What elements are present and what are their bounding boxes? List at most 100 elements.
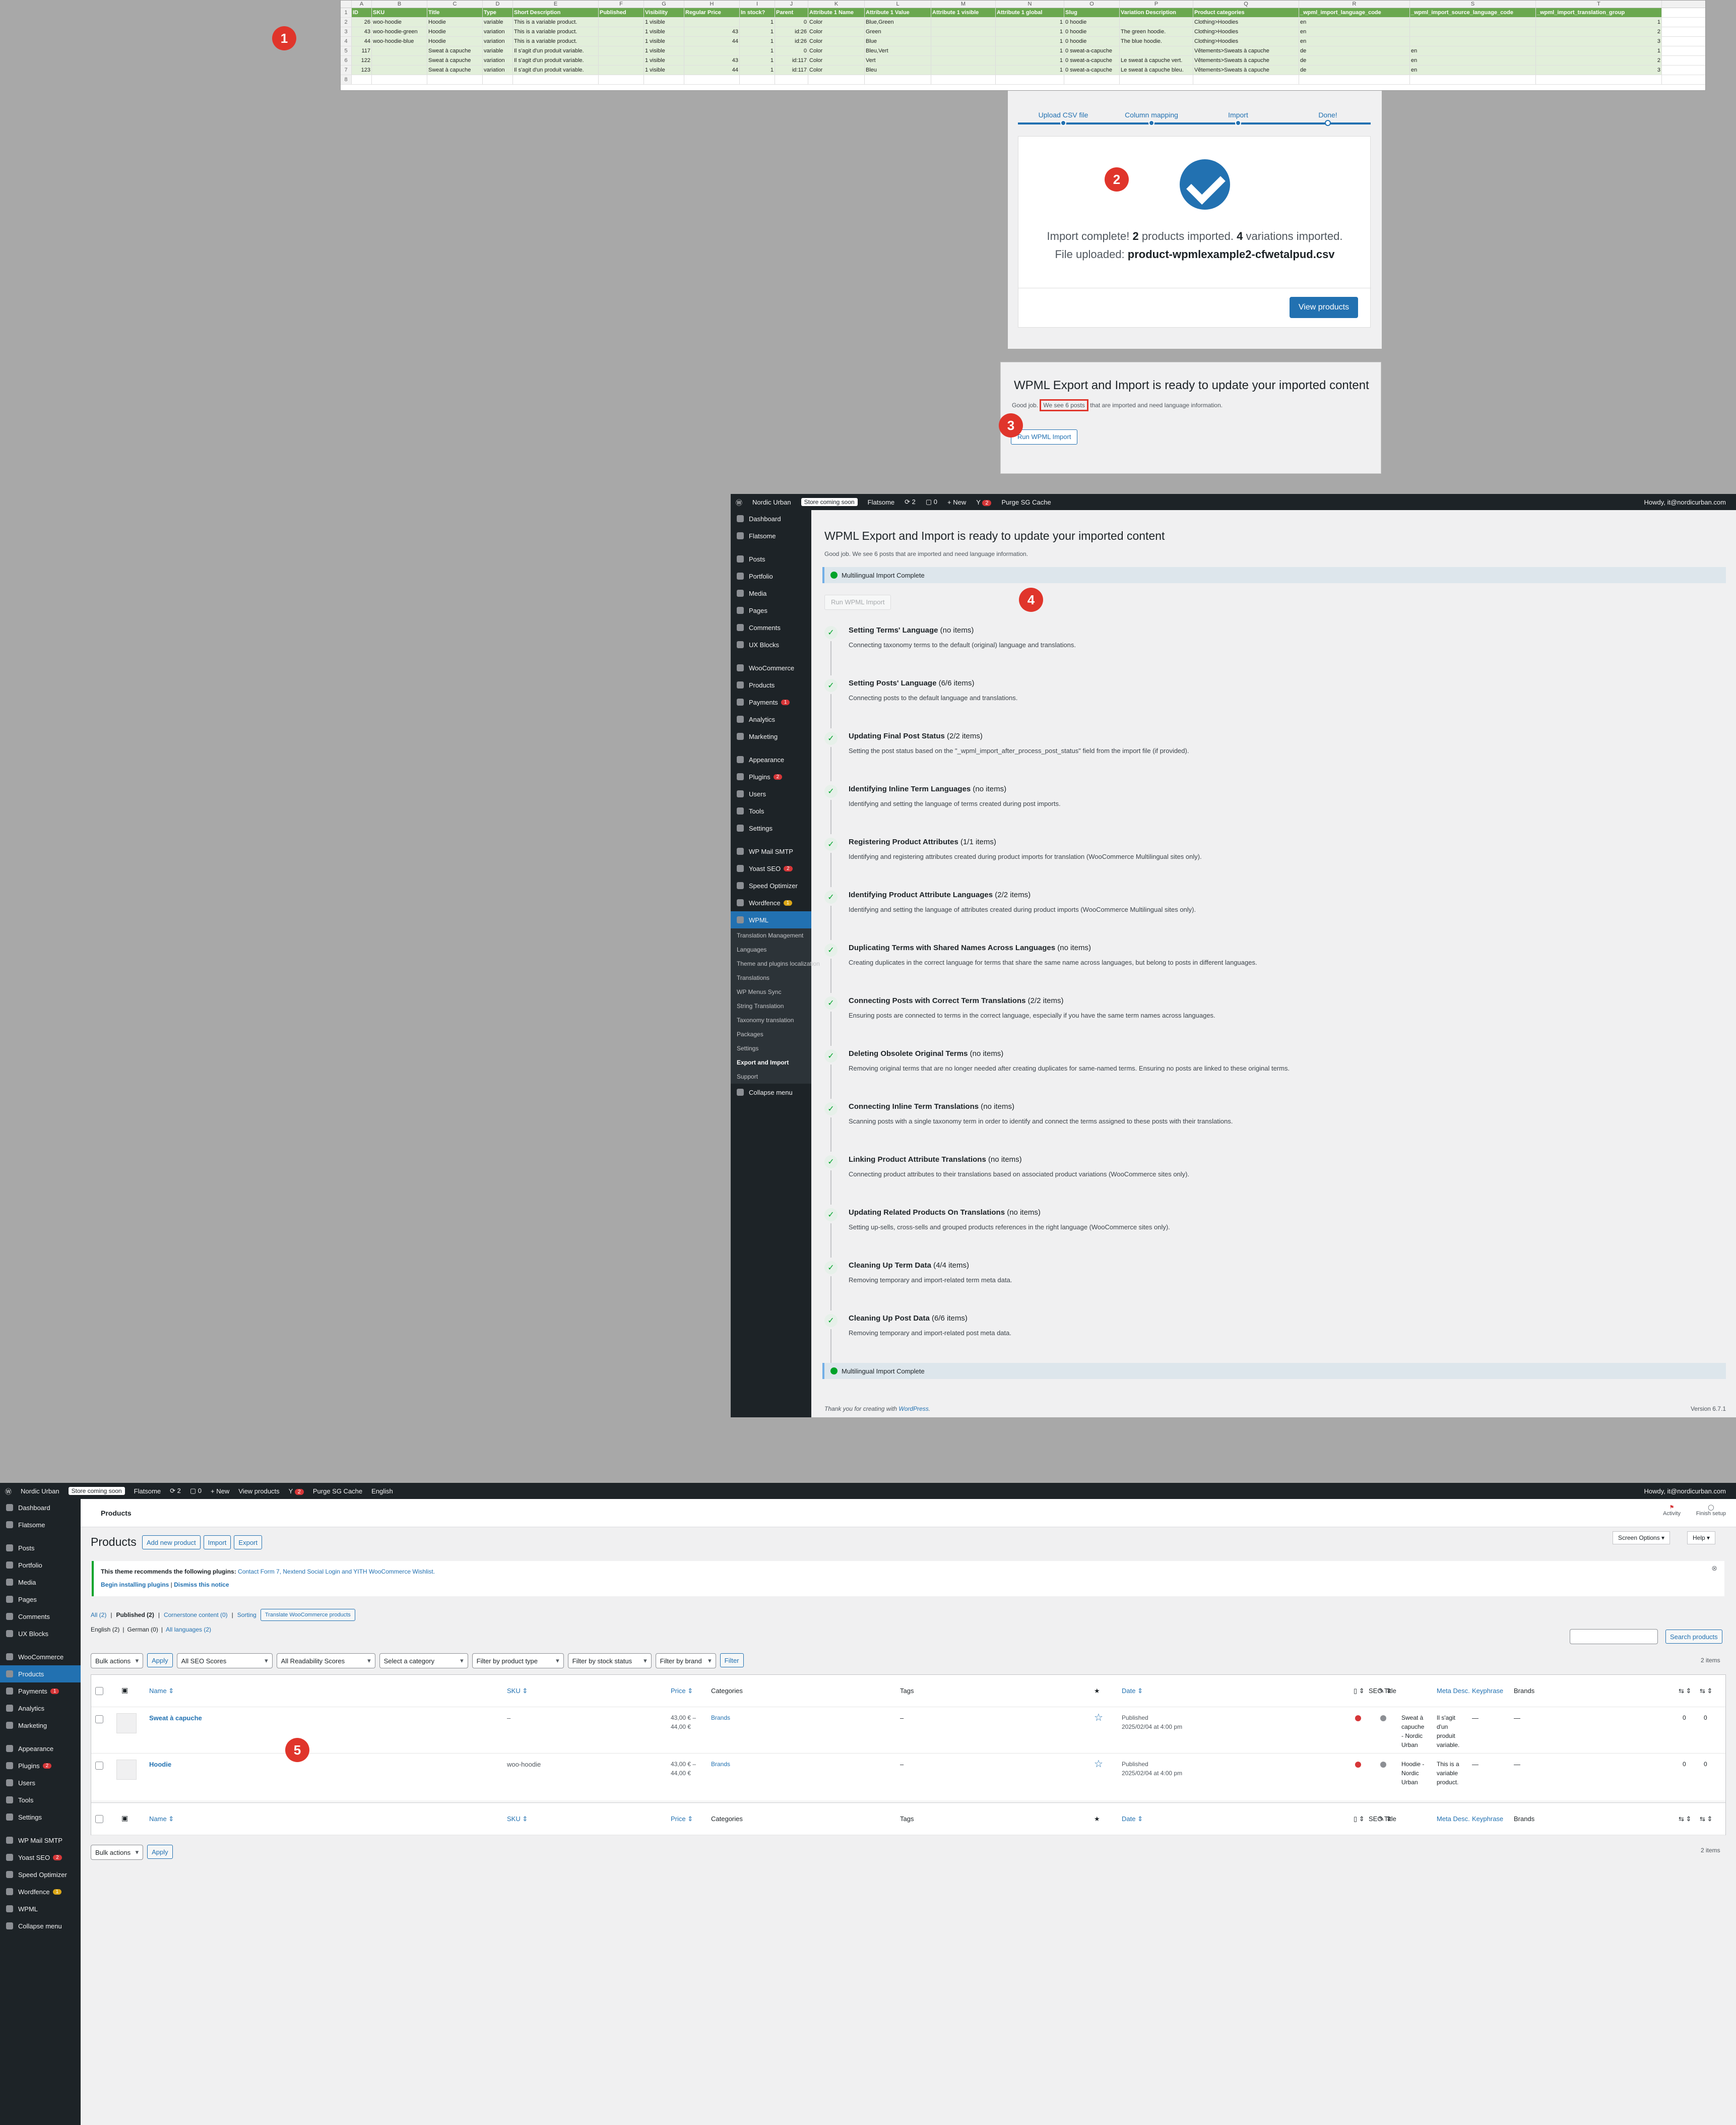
column-header[interactable]: SKU ⇕	[507, 1687, 528, 1695]
column-header[interactable]: ★	[1094, 1815, 1100, 1823]
filter-all[interactable]: All (2)	[91, 1611, 106, 1618]
sheet-cell[interactable]	[931, 46, 996, 55]
column-header[interactable]: Date ⇕	[1122, 1815, 1143, 1823]
import-button[interactable]: Import	[203, 1535, 231, 1549]
view-products-button[interactable]: View products	[1290, 297, 1358, 318]
sheet-cell[interactable]: en	[1299, 18, 1410, 27]
comments-icon[interactable]: ▢ 0	[190, 1487, 202, 1495]
sheet-cell[interactable]: 1	[1536, 46, 1662, 55]
sheet-cell[interactable]: This is a variable product.	[513, 27, 599, 36]
column-header[interactable]: Attribute 1 Value	[865, 8, 931, 17]
sidebar-item-ux-blocks[interactable]: UX Blocks	[731, 636, 811, 653]
theme-link[interactable]: Flatsome	[868, 498, 894, 506]
product-name[interactable]: Hoodie	[149, 1761, 171, 1768]
sheet-cell[interactable]: Vêtements>Sweats à capuche	[1193, 46, 1299, 55]
sheet-cell[interactable]	[599, 66, 644, 75]
column-header[interactable]: Keyphrase	[1472, 1815, 1503, 1823]
sheet-cell[interactable]: 4	[341, 37, 352, 46]
column-header[interactable]: Regular Price	[684, 8, 740, 17]
product-name[interactable]: Sweat à capuche	[149, 1714, 202, 1722]
sheet-cell[interactable]: 44	[684, 66, 740, 75]
sheet-cell[interactable]	[808, 75, 865, 84]
filter-cornerstone[interactable]: Cornerstone content (0)	[164, 1611, 228, 1618]
sidebar-item-yoast-seo[interactable]: Yoast SEO 2	[0, 1849, 81, 1866]
sheet-cell[interactable]: 1 visible	[644, 18, 684, 27]
sidebar-item-settings[interactable]: Settings	[731, 820, 811, 837]
sheet-cell[interactable]: Blue	[865, 37, 931, 46]
sheet-cell[interactable]: 3	[1536, 66, 1662, 75]
sidebar-item-payments[interactable]: Payments 1	[0, 1682, 81, 1700]
apply-button-bottom[interactable]: Apply	[147, 1845, 173, 1859]
sheet-cell[interactable]: variable	[483, 46, 513, 55]
sheet-cell[interactable]	[1120, 75, 1193, 84]
sheet-cell[interactable]: en	[1410, 56, 1536, 65]
sheet-cell[interactable]: variation	[483, 56, 513, 65]
sheet-cell[interactable]: id:117	[775, 56, 808, 65]
sheet-cell[interactable]: 8	[341, 75, 352, 84]
sidebar-item-wpml[interactable]: WPML	[0, 1900, 81, 1917]
sheet-cell[interactable]: 1	[740, 27, 775, 36]
column-header[interactable]: Short Description	[513, 8, 599, 17]
sheet-cell[interactable]: id:26	[775, 27, 808, 36]
sidebar-item-products[interactable]: Products	[731, 676, 811, 694]
sidebar-item-woocommerce[interactable]: WooCommerce	[0, 1648, 81, 1665]
yoast-icon[interactable]: Y 2	[976, 498, 992, 506]
sidebar-item-plugins[interactable]: Plugins 2	[731, 768, 811, 785]
sidebar-item-comments[interactable]: Comments	[0, 1608, 81, 1625]
howdy-user[interactable]: Howdy, it@nordicurban.com	[1644, 498, 1726, 506]
sheet-cell[interactable]: Color	[808, 56, 865, 65]
language-switcher[interactable]: English	[371, 1487, 393, 1495]
row-checkbox[interactable]	[95, 1715, 103, 1723]
row-checkbox[interactable]	[95, 1762, 103, 1770]
select-all-checkbox[interactable]	[95, 1687, 103, 1695]
sheet-cell[interactable]: 7	[341, 66, 352, 75]
sheet-cell[interactable]: 0	[775, 46, 808, 55]
product-type-select[interactable]: Filter by product type	[472, 1653, 564, 1668]
howdy-user[interactable]: Howdy, it@nordicurban.com	[1644, 1487, 1726, 1495]
sheet-cell[interactable]: Hoodie	[427, 37, 483, 46]
column-header[interactable]: _wpml_import_translation_group	[1536, 8, 1662, 17]
sheet-cell[interactable]	[372, 46, 427, 55]
brand-select[interactable]: Filter by brand	[655, 1653, 716, 1668]
column-header[interactable]: Type	[483, 8, 513, 17]
sheet-cell[interactable]: 1 visible	[644, 27, 684, 36]
lang-german[interactable]: German (0)	[127, 1626, 158, 1633]
submenu-item[interactable]: Settings	[731, 1041, 811, 1055]
lang-english[interactable]: English (2)	[91, 1626, 119, 1633]
help-button[interactable]: Help ▾	[1687, 1531, 1716, 1544]
sheet-cell[interactable]: Sweat à capuche	[427, 66, 483, 75]
sidebar-item-speed-optimizer[interactable]: Speed Optimizer	[731, 877, 811, 894]
sheet-cell[interactable]: 5	[341, 46, 352, 55]
sheet-cell[interactable]: variation	[483, 37, 513, 46]
sidebar-item-speed-optimizer[interactable]: Speed Optimizer	[0, 1866, 81, 1883]
sheet-cell[interactable]: Color	[808, 27, 865, 36]
add-new-product-button[interactable]: Add new product	[142, 1535, 201, 1549]
sheet-cell[interactable]: variation	[483, 27, 513, 36]
sheet-cell[interactable]: Bleu,Vert	[865, 46, 931, 55]
column-header[interactable]: 1	[341, 8, 352, 17]
sidebar-item-dashboard[interactable]: Dashboard	[731, 510, 811, 527]
column-header[interactable]: Product categories	[1193, 8, 1299, 17]
site-name[interactable]: Nordic Urban	[21, 1487, 59, 1495]
sheet-cell[interactable]: id:26	[775, 37, 808, 46]
bulk-actions-select[interactable]: Bulk actions	[91, 1653, 144, 1668]
sidebar-item-posts[interactable]: Posts	[731, 550, 811, 568]
sheet-cell[interactable]	[599, 75, 644, 84]
column-header[interactable]: _wpml_import_language_code	[1299, 8, 1410, 17]
sheet-cell[interactable]	[931, 75, 996, 84]
submenu-item[interactable]: Languages	[731, 943, 811, 957]
column-header[interactable]: _wpml_import_source_language_code	[1410, 8, 1536, 17]
bulk-actions-select-bottom[interactable]: Bulk actions	[91, 1845, 144, 1860]
sheet-cell[interactable]: Sweat à capuche	[427, 56, 483, 65]
sheet-cell[interactable]	[1536, 75, 1662, 84]
sheet-cell[interactable]: Hoodie	[427, 27, 483, 36]
column-header[interactable]: Categories	[711, 1815, 743, 1823]
screen-options-button[interactable]: Screen Options ▾	[1613, 1531, 1670, 1544]
sheet-cell[interactable]: Hoodie	[427, 18, 483, 27]
sidebar-item-posts[interactable]: Posts	[0, 1539, 81, 1556]
sheet-cell[interactable]	[931, 18, 996, 27]
submenu-item[interactable]: WP Menus Sync	[731, 985, 811, 999]
sidebar-item-media[interactable]: Media	[0, 1574, 81, 1591]
column-header[interactable]: Tags	[900, 1815, 914, 1823]
sheet-cell[interactable]: en	[1299, 27, 1410, 36]
